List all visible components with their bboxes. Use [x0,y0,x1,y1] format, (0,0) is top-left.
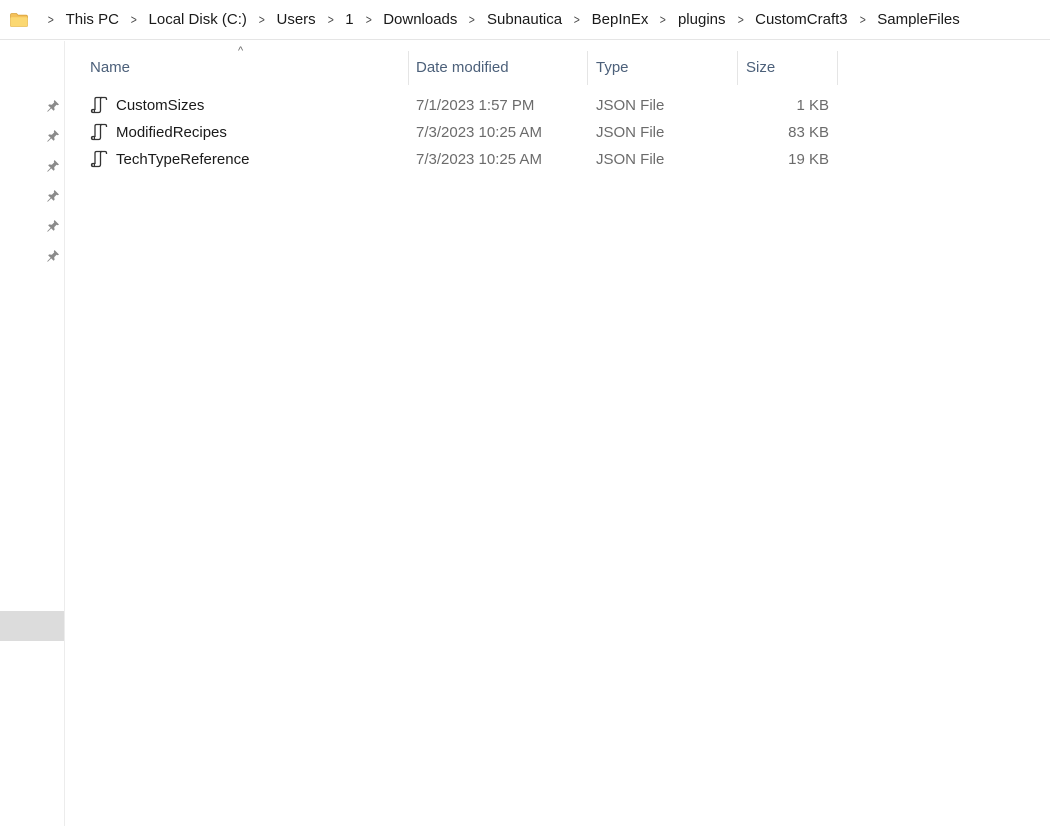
json-file-icon [90,150,108,168]
chevron-right-icon[interactable]: > [660,12,666,27]
breadcrumb-item-subnautica[interactable]: Subnautica [487,11,562,28]
chevron-right-icon[interactable]: > [574,12,580,27]
breadcrumb-item-bepinex[interactable]: BepInEx [592,11,649,28]
breadcrumb-item-customcraft3[interactable]: CustomCraft3 [755,11,848,28]
table-row[interactable]: TechTypeReference 7/3/2023 10:25 AM JSON… [66,146,846,173]
chevron-right-icon[interactable]: > [259,12,265,27]
pin-icon[interactable] [46,219,60,233]
pin-icon[interactable] [46,249,60,263]
breadcrumb-item-users[interactable]: Users [276,11,315,28]
chevron-right-icon[interactable]: > [365,12,371,27]
file-date-modified: 7/3/2023 10:25 AM [416,151,542,168]
navigation-pane[interactable] [0,41,65,826]
chevron-right-icon[interactable]: > [737,12,743,27]
breadcrumb-item-local-disk[interactable]: Local Disk (C:) [149,11,247,28]
file-size: 83 KB [788,124,829,141]
column-header-date-modified[interactable]: Date modified [408,51,588,85]
file-size: 19 KB [788,151,829,168]
json-file-icon [90,123,108,141]
file-type: JSON File [596,151,665,168]
file-date-modified: 7/1/2023 1:57 PM [416,97,535,114]
breadcrumb-item-downloads[interactable]: Downloads [383,11,457,28]
pin-icon[interactable] [46,159,60,173]
chevron-right-icon[interactable]: > [327,12,333,27]
breadcrumb-item-samplefiles[interactable]: SampleFiles [877,11,960,28]
file-list[interactable]: ^ Name Date modified Type Size CustomSiz… [66,41,1050,826]
breadcrumb-item-plugins[interactable]: plugins [678,11,726,28]
column-header-name[interactable]: Name [82,51,409,85]
pin-icon[interactable] [46,129,60,143]
chevron-right-icon[interactable]: > [859,12,865,27]
chevron-right-icon[interactable]: > [131,12,137,27]
column-header-type[interactable]: Type [588,51,738,85]
folder-icon[interactable] [10,12,28,27]
pin-icon[interactable] [46,99,60,113]
json-file-icon [90,96,108,114]
breadcrumb-item-1[interactable]: 1 [345,11,353,28]
breadcrumb-item-this-pc[interactable]: This PC [66,11,119,28]
file-type: JSON File [596,97,665,114]
file-date-modified: 7/3/2023 10:25 AM [416,124,542,141]
chevron-right-icon[interactable]: > [469,12,475,27]
table-row[interactable]: CustomSizes 7/1/2023 1:57 PM JSON File 1… [66,92,846,119]
file-name[interactable]: CustomSizes [116,92,204,119]
file-type: JSON File [596,124,665,141]
column-header-size[interactable]: Size [738,51,838,85]
file-name[interactable]: TechTypeReference [116,146,249,173]
file-name[interactable]: ModifiedRecipes [116,119,227,146]
table-row[interactable]: ModifiedRecipes 7/3/2023 10:25 AM JSON F… [66,119,846,146]
column-header-row: ^ Name Date modified Type Size [66,45,846,85]
chevron-right-icon[interactable]: > [48,12,54,27]
file-size: 1 KB [796,97,829,114]
pin-icon[interactable] [46,189,60,203]
nav-selected-item[interactable] [0,611,64,641]
breadcrumb: > This PC > Local Disk (C:) > Users > 1 … [0,0,1050,40]
